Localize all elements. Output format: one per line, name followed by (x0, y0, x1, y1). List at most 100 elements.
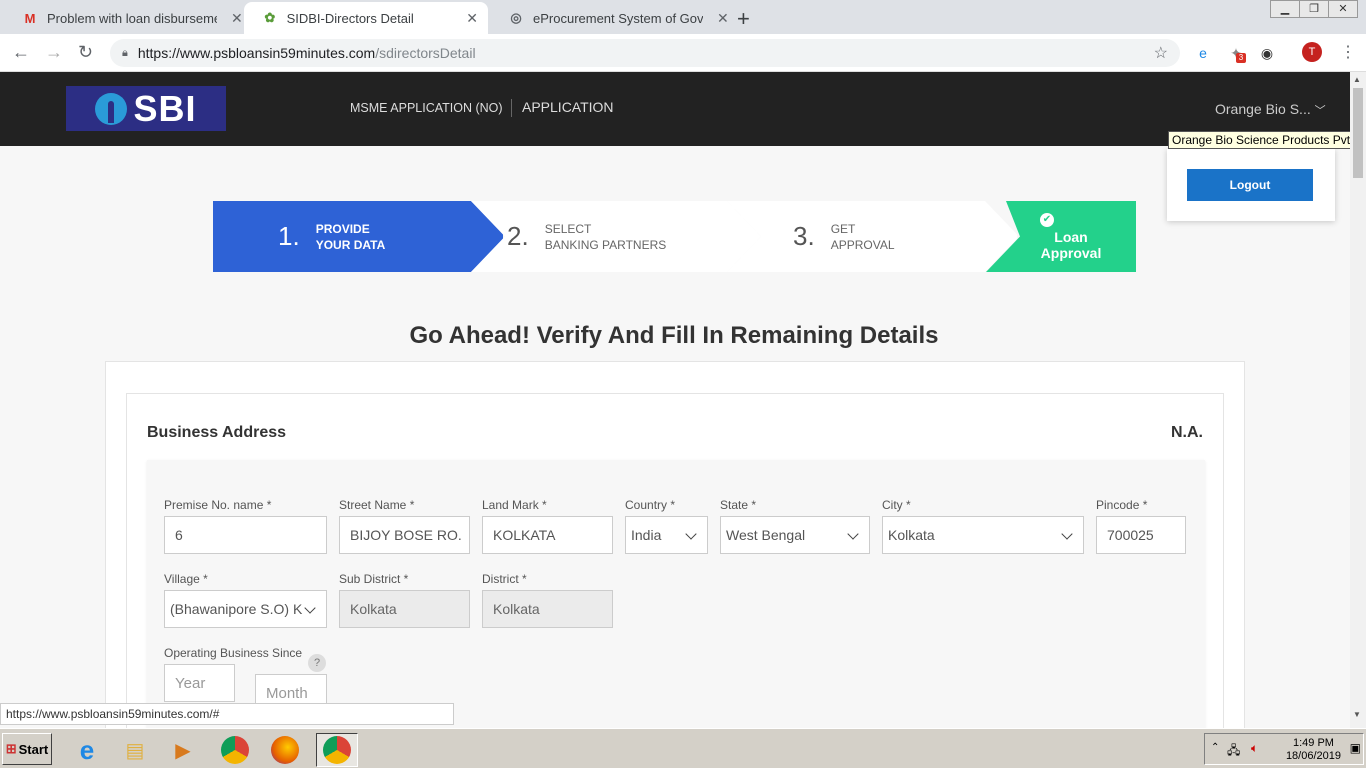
step-number: 1. (278, 221, 300, 251)
tray-expand-icon[interactable]: ⌃ (1211, 742, 1219, 753)
section-status: N.A. (1171, 424, 1203, 441)
tab-title: Problem with loan disbursement (47, 10, 217, 26)
minimize-icon[interactable]: ▁ (1270, 0, 1300, 18)
scroll-up-icon[interactable]: ▲ (1353, 75, 1361, 84)
scroll-thumb[interactable] (1353, 88, 1363, 178)
step-number: 2. (507, 221, 529, 251)
new-tab-icon[interactable]: + (737, 6, 750, 32)
step-provide-data: 1. PROVIDE YOUR DATA (213, 201, 503, 272)
nav-msme-application[interactable]: MSME APPLICATION (NO) (350, 101, 503, 115)
extension-icon[interactable]: ✦3 (1226, 43, 1246, 63)
site-header: SBI MSME APPLICATION (NO) APPLICATION Or… (0, 72, 1350, 146)
page-scrollbar[interactable]: ▲ ▼ (1350, 72, 1366, 728)
clock-time: 1:49 PM (1292, 737, 1334, 749)
step-label: PROVIDE YOUR DATA (315, 221, 386, 252)
premise-input[interactable]: 6 (164, 516, 327, 554)
street-input[interactable]: BIJOY BOSE RO. (339, 516, 470, 554)
nav-divider (511, 99, 512, 117)
country-select[interactable]: India (625, 516, 708, 554)
ie-extension-icon[interactable]: e (1193, 43, 1213, 63)
url-input[interactable]: 🔒︎ https://www.psbloansin59minutes.com/s… (110, 39, 1180, 67)
network-icon[interactable]: 🖧︎ (1227, 741, 1240, 762)
address-bar: ← → ↻ 🔒︎ https://www.psbloansin59minutes… (0, 34, 1366, 72)
village-label: Village * (164, 572, 208, 586)
premise-label: Premise No. name * (164, 498, 272, 512)
step-label: Loan Approval (1040, 228, 1102, 261)
landmark-input[interactable]: KOLKATA (482, 516, 613, 554)
bookmark-star-icon[interactable]: ☆ (1154, 43, 1168, 63)
url-path: /sdirectorsDetail (375, 45, 476, 61)
start-label: Start (18, 741, 49, 757)
tab-directors-detail[interactable]: ✿ SIDBI-Directors Detail ✕ (244, 2, 488, 34)
avatar[interactable]: T (1302, 42, 1322, 62)
chrome-active-taskbar-icon[interactable] (316, 733, 358, 767)
close-window-icon[interactable]: ✕ (1328, 0, 1358, 18)
state-label: State * (720, 498, 757, 512)
volume-icon[interactable]: 🔈︎ (1251, 741, 1258, 756)
country-label: Country * (625, 498, 676, 512)
status-bar-url: https://www.psbloansin59minutes.com/# (0, 703, 454, 725)
extension-badge: 3 (1236, 53, 1246, 63)
restore-icon[interactable]: ❐ (1299, 0, 1329, 18)
psb-icon: ✿ (264, 10, 276, 25)
ghostery-icon[interactable]: ◉ (1257, 43, 1277, 63)
browser-tab-bar: M Problem with loan disbursement ✕ ✿ SID… (0, 0, 1366, 34)
taskbar: ⊞ Start e ▤ ▶ ⌃ 🖧︎ 🔈︎ 1:49 PM 18/06/2019 … (0, 728, 1366, 768)
user-dropdown: Logout (1167, 149, 1335, 221)
page-title: Go Ahead! Verify And Fill In Remaining D… (409, 322, 939, 349)
ie-taskbar-icon[interactable]: e (70, 733, 104, 767)
scroll-down-icon[interactable]: ▼ (1353, 710, 1361, 719)
city-select[interactable]: Kolkata (882, 516, 1084, 554)
section-title: Business Address (147, 424, 287, 441)
action-center-icon[interactable]: ▣ (1350, 741, 1361, 755)
windows-flag-icon: ⊞ (5, 741, 17, 756)
user-menu[interactable]: Orange Bio S... ﹀ (1215, 101, 1326, 118)
user-name: Orange Bio S... (1215, 101, 1311, 117)
menu-icon[interactable]: ⋮ (1340, 42, 1356, 62)
media-player-taskbar-icon[interactable]: ▶ (166, 733, 200, 767)
globe-icon: ◎ (510, 10, 522, 25)
close-tab-icon[interactable]: ✕ (717, 10, 729, 27)
close-tab-icon[interactable]: ✕ (231, 10, 243, 27)
clock[interactable]: 1:49 PM 18/06/2019 (1286, 737, 1341, 763)
since-label: Operating Business Since (164, 646, 303, 660)
pincode-input[interactable]: 700025 (1096, 516, 1186, 554)
city-label: City * (882, 498, 911, 512)
forward-icon[interactable]: → (45, 42, 63, 63)
tab-gmail[interactable]: M Problem with loan disbursement ✕ (4, 2, 253, 34)
reload-icon[interactable]: ↻ (78, 42, 93, 63)
start-button[interactable]: ⊞ Start (2, 733, 52, 765)
step-select-partners: 2. SELECT BANKING PARTNERS (471, 201, 761, 272)
country-value: India (631, 527, 662, 543)
form-container: Business Address N.A. Premise No. name *… (105, 361, 1245, 728)
firefox-taskbar-icon[interactable] (268, 733, 302, 767)
logout-button[interactable]: Logout (1187, 169, 1313, 201)
chrome-taskbar-icon[interactable] (218, 733, 252, 767)
sbi-logo[interactable]: SBI (66, 86, 226, 131)
gmail-icon: M (24, 10, 36, 26)
subdistrict-field: Kolkata (339, 590, 470, 628)
city-value: Kolkata (888, 527, 935, 543)
sbi-keyhole-icon (95, 92, 128, 125)
nav-application[interactable]: APPLICATION (522, 99, 614, 115)
year-input[interactable]: Year (164, 664, 235, 702)
tab-title: SIDBI-Directors Detail (286, 10, 414, 26)
user-tooltip: Orange Bio Science Products Pvt Ltd (1168, 131, 1350, 149)
tab-eprocurement[interactable]: ◎ eProcurement System of Governm ✕ (490, 2, 739, 34)
window-controls: ▁ ❐ ✕ (1270, 0, 1358, 18)
folder-taskbar-icon[interactable]: ▤ (118, 733, 152, 767)
street-label: Street Name * (339, 498, 415, 512)
url-host: https://www.psbloansin59minutes.com (137, 45, 376, 61)
district-field: Kolkata (482, 590, 613, 628)
close-tab-icon[interactable]: ✕ (466, 10, 478, 27)
state-value: West Bengal (726, 527, 806, 543)
logo-text: SBI (133, 87, 197, 129)
back-icon[interactable]: ← (12, 42, 30, 63)
system-tray: ⌃ 🖧︎ 🔈︎ 1:49 PM 18/06/2019 ▣ (1204, 733, 1364, 765)
step-get-approval: 3. GET APPROVAL (727, 201, 1017, 272)
state-select[interactable]: West Bengal (720, 516, 870, 554)
help-icon[interactable]: ? (308, 654, 326, 672)
village-value: (Bhawanipore S.O) K (170, 601, 303, 617)
village-select[interactable]: (Bhawanipore S.O) K (164, 590, 327, 628)
clock-date: 18/06/2019 (1285, 750, 1341, 762)
